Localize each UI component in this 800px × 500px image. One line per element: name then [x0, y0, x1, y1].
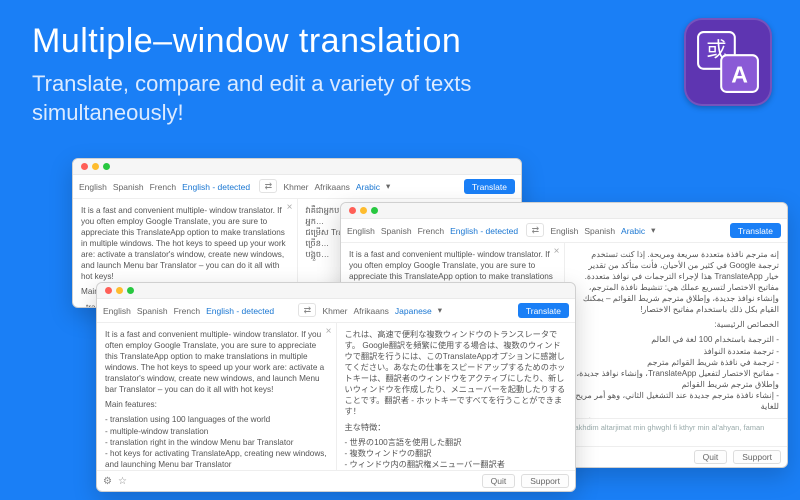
hero-title: Multiple–window translation	[32, 22, 461, 61]
tab-detected[interactable]: English - detected	[206, 304, 274, 318]
close-dot[interactable]	[105, 287, 112, 294]
features-heading: Main features:	[105, 399, 328, 410]
tab-english[interactable]: English	[103, 304, 131, 318]
close-dot[interactable]	[349, 207, 356, 214]
source-lang-tabs: English Spanish French English - detecte…	[79, 179, 253, 194]
titlebar[interactable]	[73, 159, 521, 175]
swap-languages-button[interactable]: ⇄	[526, 223, 544, 237]
zoom-dot[interactable]	[371, 207, 378, 214]
ja-heading: 主な特徴：	[345, 422, 568, 433]
translate-button[interactable]: Translate	[730, 223, 781, 238]
minimize-dot[interactable]	[360, 207, 367, 214]
target-pane-japanese[interactable]: これは、高速で便利な複数ウィンドウのトランスレータです。 Google翻訳を頻繁…	[336, 323, 576, 470]
tab-khmer[interactable]: Khmer	[322, 304, 347, 318]
translate-button[interactable]: Translate	[464, 179, 515, 194]
tab-french[interactable]: French	[174, 304, 200, 318]
minimize-dot[interactable]	[116, 287, 123, 294]
arabic-features: الترجمة باستخدام 100 لغة في العالم ترجمة…	[573, 334, 780, 411]
tab-english[interactable]: English	[347, 224, 375, 238]
support-button[interactable]: Support	[521, 474, 569, 488]
arabic-output: إنه مترجم نافذة متعددة سريعة ومريحة. إذا…	[573, 249, 780, 315]
translate-button[interactable]: Translate	[518, 303, 569, 318]
zoom-dot[interactable]	[103, 163, 110, 170]
favorite-icon[interactable]: ☆	[118, 476, 127, 487]
clear-source-icon[interactable]: ×	[287, 201, 293, 215]
app-icon: 或 A	[684, 18, 772, 106]
source-text: It is a fast and convenient multiple- wi…	[81, 205, 289, 282]
support-button[interactable]: Support	[733, 450, 781, 464]
titlebar[interactable]	[341, 203, 787, 219]
target-pane-arabic[interactable]: إنه مترجم نافذة متعددة سريعة ومريحة. إذا…	[564, 243, 788, 418]
speaker-icon[interactable]: 🔉	[600, 416, 612, 418]
source-lang-tabs: English Spanish French English - detecte…	[347, 223, 520, 238]
ja-features: 世界の100言語を使用した翻訳 複数ウィンドウの翻訳 ウィンドウ内の翻訳権メニュ…	[345, 437, 568, 470]
target-lang-tabs: Khmer Afrikaans Japanese ▾	[322, 303, 511, 318]
lang-dropdown-icon[interactable]: ▾	[651, 223, 655, 238]
source-text: It is a fast and convenient multiple- wi…	[105, 329, 328, 395]
tab-spanish[interactable]: Spanish	[381, 224, 412, 238]
quit-button[interactable]: Quit	[482, 474, 516, 488]
swap-languages-button[interactable]: ⇄	[298, 303, 316, 317]
tab-spanish[interactable]: Spanish	[113, 180, 144, 194]
icon-glyph-latin: A	[731, 61, 748, 87]
tab-english[interactable]: English	[79, 180, 107, 194]
tab-french[interactable]: French	[150, 180, 176, 194]
arabic-heading: الخصائص الرئيسية:	[573, 319, 780, 330]
lang-dropdown-icon[interactable]: ▾	[386, 179, 390, 194]
settings-icon[interactable]: ⚙	[103, 476, 112, 487]
tab-spanish[interactable]: Spanish	[137, 304, 168, 318]
swap-languages-button[interactable]: ⇄	[259, 179, 277, 193]
target-lang-tabs: English Spanish Arabic ▾	[550, 223, 723, 238]
tab-spanish-t[interactable]: Spanish	[584, 224, 615, 238]
tab-afrikaans[interactable]: Afrikaans	[314, 180, 349, 194]
minimize-dot[interactable]	[92, 163, 99, 170]
share-icon[interactable]: ⇪	[586, 416, 594, 418]
close-dot[interactable]	[81, 163, 88, 170]
zoom-dot[interactable]	[127, 287, 134, 294]
tab-english-t[interactable]: English	[550, 224, 578, 238]
tab-arabic[interactable]: Arabic	[621, 224, 645, 238]
tab-japanese[interactable]: Japanese	[395, 304, 432, 318]
tab-detected[interactable]: English - detected	[450, 224, 518, 238]
translator-window-3: English Spanish French English - detecte…	[96, 282, 576, 492]
hero-subtitle: Translate, compare and edit a variety of…	[32, 70, 592, 127]
titlebar[interactable]	[97, 283, 575, 299]
clear-source-icon[interactable]: ×	[554, 245, 560, 259]
clear-source-icon[interactable]: ×	[326, 325, 332, 339]
lang-dropdown-icon[interactable]: ▾	[438, 303, 442, 318]
tab-afrikaans[interactable]: Afrikaans	[353, 304, 388, 318]
source-lang-tabs: English Spanish French English - detecte…	[103, 303, 292, 318]
tab-khmer[interactable]: Khmer	[283, 180, 308, 194]
source-pane[interactable]: × It is a fast and convenient multiple- …	[97, 323, 336, 470]
tab-arabic[interactable]: Arabic	[356, 180, 380, 194]
quit-button[interactable]: Quit	[694, 450, 728, 464]
target-lang-tabs: Khmer Afrikaans Arabic ▾	[283, 179, 457, 194]
tab-detected[interactable]: English - detected	[182, 180, 250, 194]
tab-french[interactable]: French	[418, 224, 444, 238]
ja-output: これは、高速で便利な複数ウィンドウのトランスレータです。 Google翻訳を頻繁…	[345, 329, 568, 418]
features-list: translation using 100 languages of the w…	[105, 414, 328, 470]
